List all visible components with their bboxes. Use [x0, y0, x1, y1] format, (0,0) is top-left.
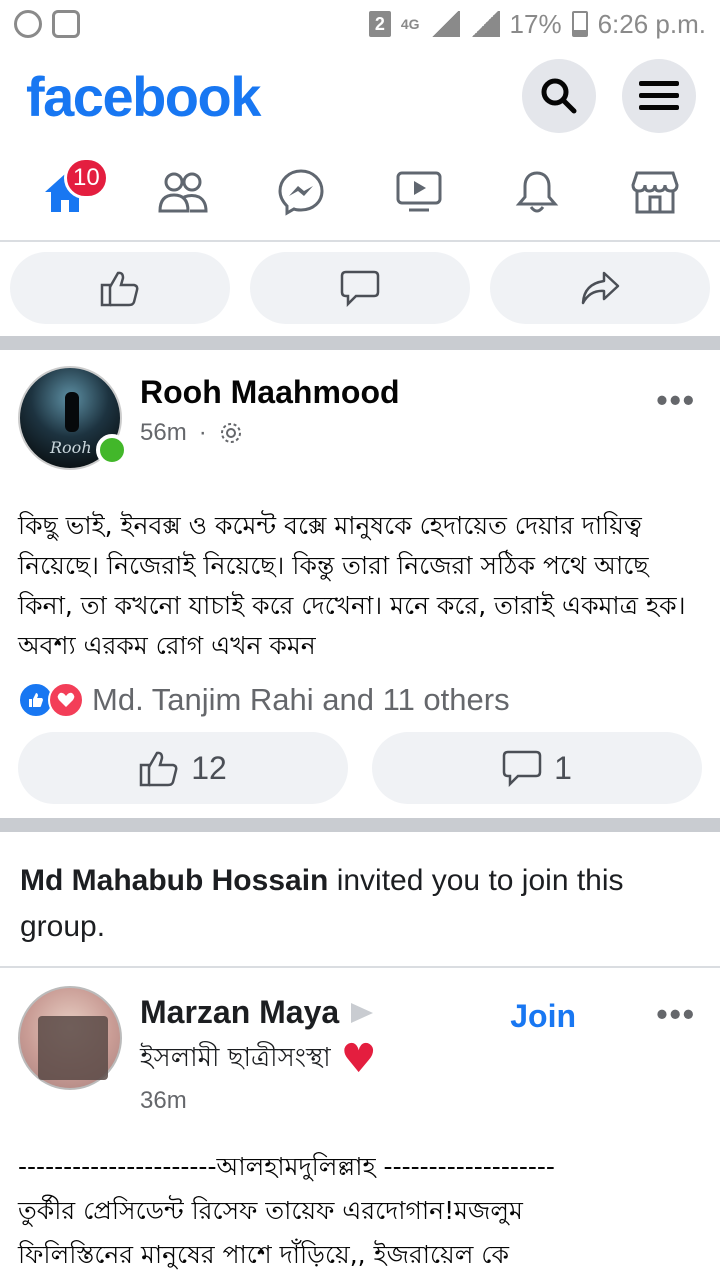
messenger-icon	[278, 169, 324, 216]
status-bar: 2 4G 17% 6:26 p.m.	[0, 0, 720, 48]
hamburger-icon	[639, 81, 679, 110]
video-icon	[396, 171, 442, 212]
arrow-right-icon	[351, 1002, 374, 1023]
author-name[interactable]: Marzan Maya	[140, 994, 339, 1031]
comment-icon	[502, 750, 542, 787]
post-line: তুর্কীর প্রেসিডেন্ট রিসেফ তায়েফ এরদোগান…	[18, 1196, 523, 1225]
post-body: ----------------------আলহামদুলিল্লাহ ---…	[0, 1115, 720, 1277]
sim-indicator: 2	[368, 11, 391, 37]
feed-post: Rooh Rooh Maahmood 56m · ••• কিছু ভাই, ই…	[0, 350, 720, 804]
like-count: 12	[191, 749, 227, 786]
section-divider	[0, 336, 720, 350]
gmail-icon	[52, 10, 80, 38]
post-time[interactable]: 36m	[140, 1087, 187, 1115]
menu-button[interactable]	[622, 59, 696, 133]
battery-icon	[571, 11, 588, 37]
like-count-button[interactable]: 12	[18, 732, 348, 804]
tab-marketplace[interactable]	[610, 157, 700, 227]
post-line: ফিলিস্তিনের মানুষের পাশে দাঁড়িয়ে,, ইজর…	[18, 1240, 509, 1269]
comment-icon	[340, 270, 380, 307]
join-group-button[interactable]: Join	[510, 998, 576, 1035]
group-invite-notice[interactable]: Md Mahabub Hossain invited you to join t…	[0, 832, 720, 968]
search-button[interactable]	[522, 59, 596, 133]
friends-icon	[158, 172, 208, 213]
signal-icon-2	[469, 11, 500, 37]
avatar-signature: Rooh	[50, 438, 92, 457]
main-nav: 10	[0, 144, 720, 242]
search-icon	[541, 78, 577, 114]
clock: 6:26 p.m.	[597, 8, 706, 39]
thumbs-up-icon	[139, 751, 178, 787]
facebook-logo[interactable]: facebook	[26, 64, 261, 129]
post-body: কিছু ভাই, ইনবক্স ও কমেন্ট বক্সে মানুষকে …	[18, 511, 686, 660]
share-icon	[581, 271, 620, 305]
whatsapp-icon	[14, 10, 42, 38]
inviter-name[interactable]: Md Mahabub Hossain	[20, 864, 328, 897]
share-button[interactable]	[490, 252, 710, 324]
author-avatar[interactable]	[18, 986, 122, 1090]
tab-notifications[interactable]	[492, 157, 582, 227]
notification-badge: 10	[64, 157, 109, 199]
bell-icon	[515, 171, 559, 213]
author-avatar[interactable]: Rooh	[18, 366, 128, 470]
post-line: ----------------------আলহামদুলিল্লাহ ---…	[18, 1152, 555, 1181]
marketplace-icon	[631, 171, 679, 214]
reactions-summary[interactable]: Md. Tanjim Rahi and 11 others	[18, 682, 702, 718]
group-name[interactable]: ইসলামী ছাত্রীসংস্থা	[140, 1037, 331, 1081]
top-header: facebook	[0, 48, 720, 144]
more-options-button[interactable]: •••	[656, 996, 696, 1033]
like-button[interactable]	[10, 252, 230, 324]
comment-count-button[interactable]: 1	[372, 732, 702, 804]
comment-button[interactable]	[250, 252, 470, 324]
love-reaction-icon	[48, 682, 84, 718]
tab-friends[interactable]	[138, 157, 228, 227]
group-post-header: Marzan Maya ইসলামী ছাত্রীসংস্থা ♥ 36m Jo…	[0, 968, 720, 1115]
heart-icon: ♥	[340, 1036, 377, 1082]
tab-watch[interactable]	[374, 157, 464, 227]
battery-percent: 17%	[509, 8, 562, 39]
prev-post-actions	[0, 242, 720, 324]
post-action-bar: 12 1	[18, 732, 702, 804]
more-options-button[interactable]: •••	[656, 382, 696, 419]
author-name[interactable]: Rooh Maahmood	[140, 374, 702, 411]
comment-count: 1	[554, 749, 572, 786]
tab-messenger[interactable]	[256, 157, 346, 227]
online-indicator	[96, 434, 128, 466]
reactors-text: Md. Tanjim Rahi and 11 others	[92, 682, 510, 717]
network-type: 4G	[400, 16, 420, 32]
tab-home[interactable]: 10	[20, 157, 110, 227]
signal-icon	[429, 11, 460, 37]
thumbs-up-icon	[100, 271, 139, 307]
post-time[interactable]: 56m	[140, 419, 187, 447]
section-divider	[0, 818, 720, 832]
dot-separator: ·	[198, 419, 207, 446]
gear-icon	[220, 423, 241, 443]
